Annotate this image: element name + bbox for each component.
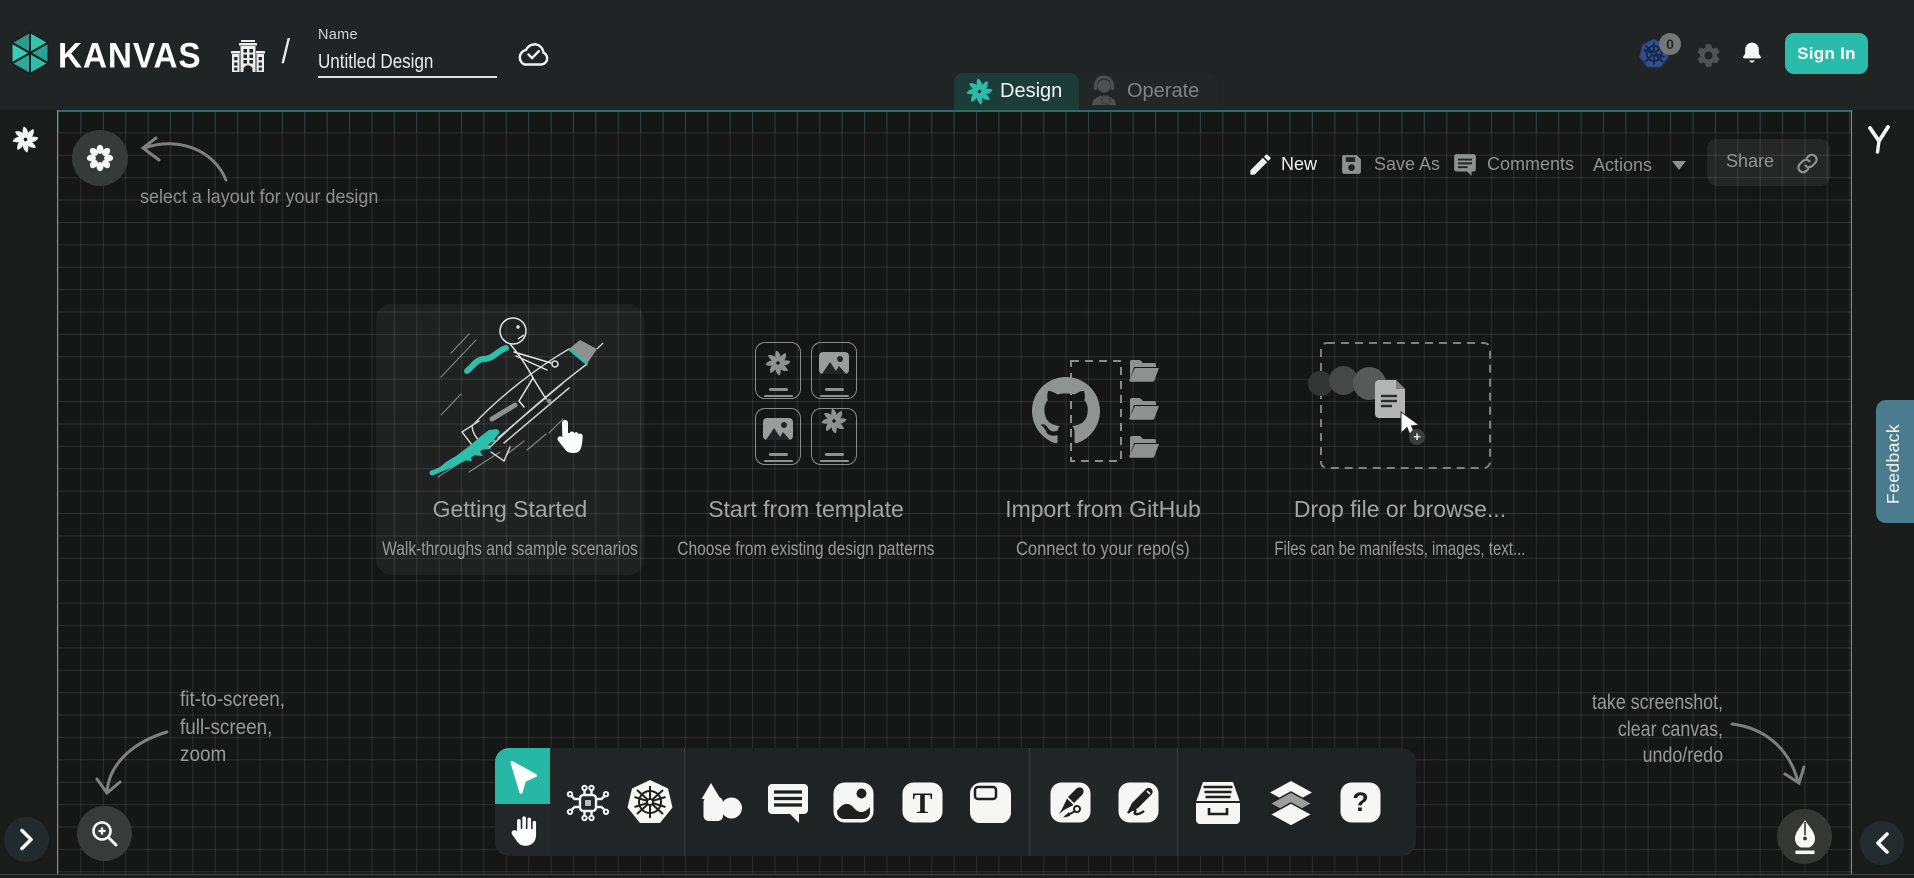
svg-text:T: T	[912, 787, 932, 820]
svg-text:?: ?	[1352, 787, 1369, 817]
